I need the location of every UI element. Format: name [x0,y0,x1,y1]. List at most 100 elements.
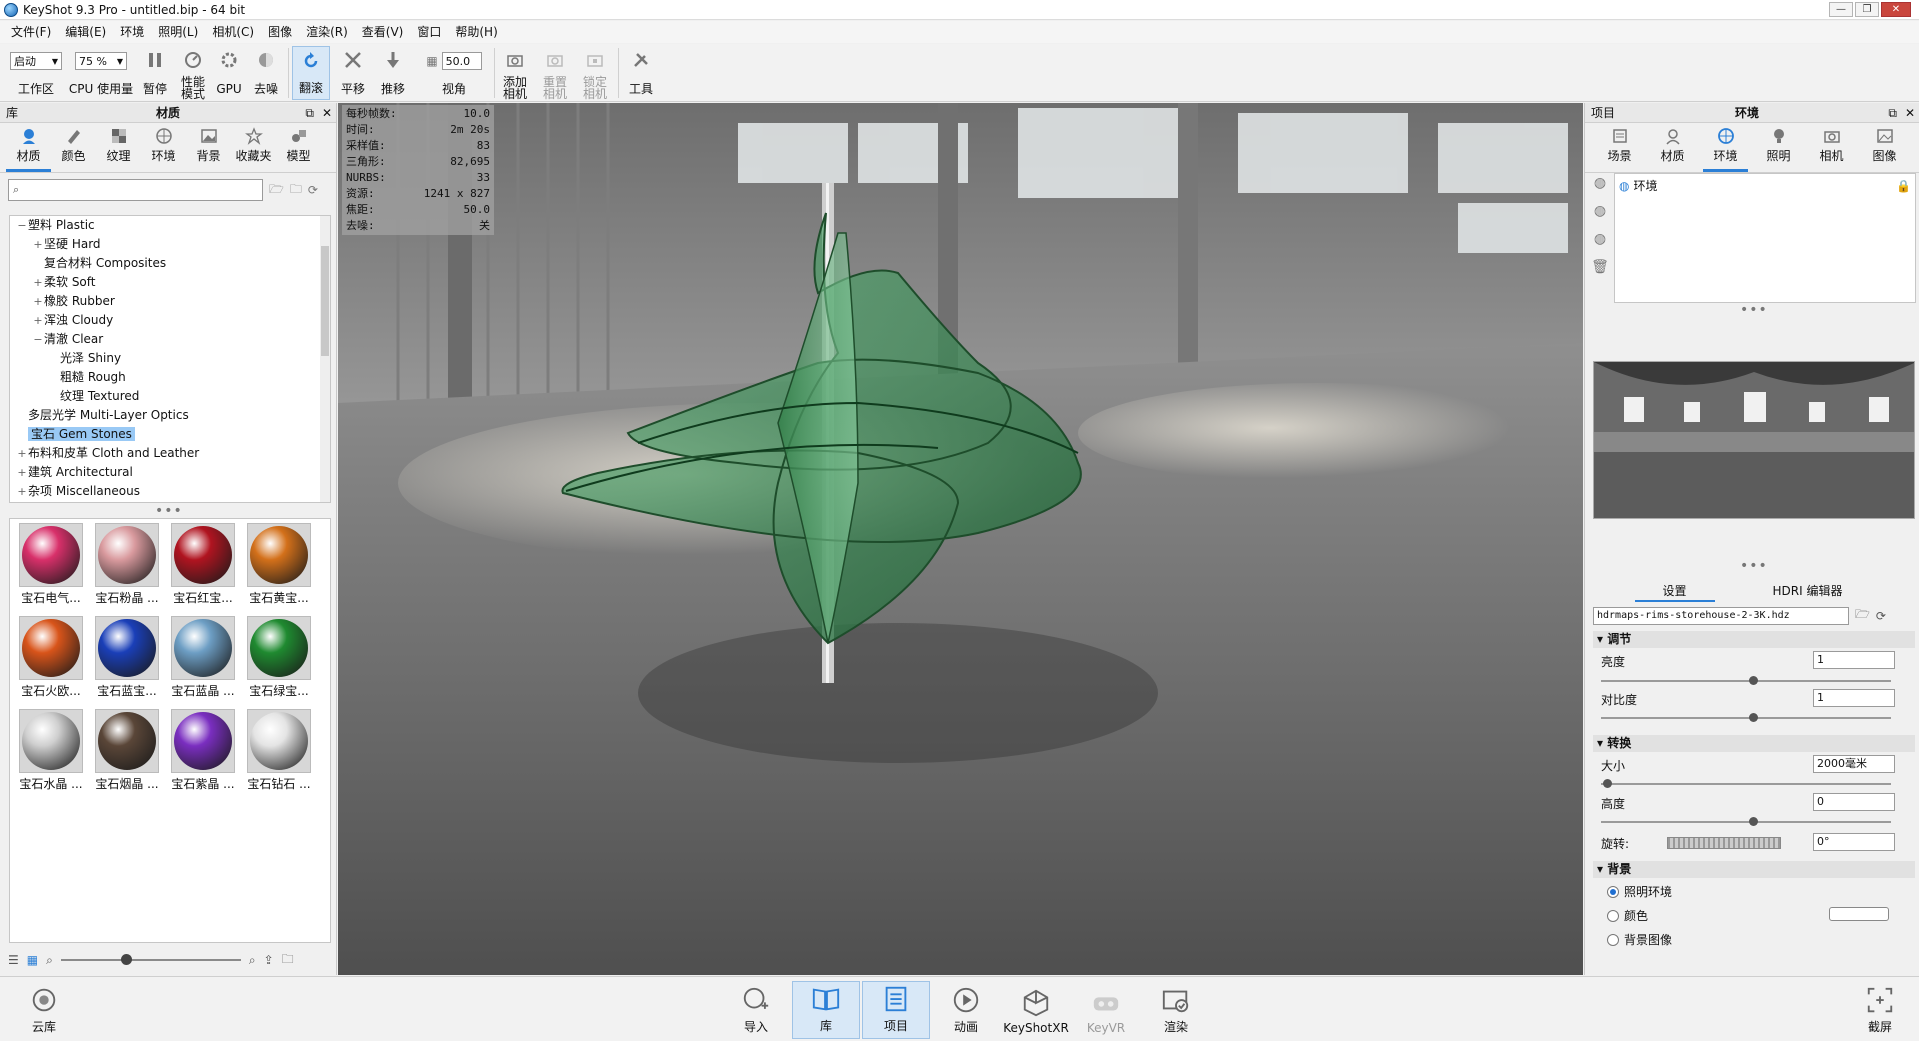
height-input[interactable]: 0 [1813,793,1895,811]
cloud-library-button[interactable]: 云库 [10,981,78,1039]
tree-item[interactable]: +坚硬 Hard [10,235,330,254]
tab-environments[interactable]: 环境 [141,127,186,172]
menu-image[interactable]: 图像 [261,21,299,43]
tab-scene[interactable]: 场景 [1597,127,1642,172]
screenshot-button[interactable]: 截屏 [1846,981,1914,1039]
menu-view[interactable]: 查看(V) [355,21,411,43]
close-panel-icon[interactable]: ✕ [1905,103,1915,123]
material-thumbnail[interactable]: 宝石钻石 ... [241,709,317,792]
menu-edit[interactable]: 编辑(E) [58,21,113,43]
expand-icon[interactable]: + [32,292,44,311]
refresh-icon[interactable]: ⟳ [308,183,318,197]
undock-icon[interactable]: ⧉ [305,103,314,123]
thumbnail-size-slider[interactable] [60,954,241,965]
menu-lighting[interactable]: 照明(L) [151,21,205,43]
keyvr-button[interactable]: KeyVR [1072,981,1140,1039]
library-button[interactable]: 库 [792,981,860,1039]
tree-item[interactable]: +浑浊 Cloudy [10,311,330,330]
tab-project-materials[interactable]: 材质 [1650,127,1695,172]
menu-render[interactable]: 渲染(R) [299,21,355,43]
tree-item[interactable]: +橡胶 Rubber [10,292,330,311]
denoise-button[interactable]: 去噪 [248,46,284,100]
render-button[interactable]: 渲染 [1142,981,1210,1039]
tab-textures[interactable]: 纹理 [96,127,141,172]
environment-list-item[interactable]: ◍ 环境 🔒 [1615,174,1915,197]
tree-item[interactable]: +建筑 Architectural [10,463,330,482]
hdri-file-input[interactable]: hdrmaps-rims-storehouse-2-3K.hdz [1593,606,1849,625]
material-thumbnail[interactable]: 宝石黄宝... [241,523,317,606]
tools-button[interactable]: 工具 [622,46,660,100]
tree-item[interactable]: 粗糙 Rough [10,368,330,387]
tab-project-environment[interactable]: 环境 [1703,127,1748,172]
performance-mode-button[interactable]: 性能 模式 [174,46,212,100]
brightness-slider[interactable] [1601,676,1891,685]
expand-icon[interactable]: + [32,273,44,292]
tab-materials[interactable]: 材质 [6,127,51,172]
grid-view-icon[interactable]: ▦ [27,953,38,967]
maximize-button[interactable]: ❐ [1855,2,1879,17]
bg-color-swatch[interactable] [1829,907,1889,921]
tree-item[interactable]: −塑料 Plastic [10,216,330,235]
rotation-input[interactable]: 0° [1813,833,1895,851]
cpu-usage-select[interactable]: 75 % ▼ [75,52,127,70]
pan-button[interactable]: 平移 [334,46,372,100]
hdri-preview[interactable] [1593,361,1915,519]
height-slider[interactable] [1601,817,1891,826]
tab-backgrounds[interactable]: 背景 [186,127,231,172]
add-environment-icon[interactable]: ◍ [1591,175,1609,193]
keyshotxr-button[interactable]: KeyShotXR [1002,981,1070,1039]
tab-favorites[interactable]: 收藏夹 [231,127,276,172]
animation-button[interactable]: 动画 [932,981,1000,1039]
close-panel-icon[interactable]: ✕ [322,103,332,123]
tree-item[interactable]: 纹理 Textured [10,387,330,406]
reload-icon[interactable]: ⟳ [1876,609,1886,623]
workspace-select[interactable]: 启动 ▼ [10,52,62,70]
tab-project-camera[interactable]: 相机 [1809,127,1854,172]
tab-colors[interactable]: 颜色 [51,127,96,172]
expand-icon[interactable]: + [32,311,44,330]
close-button[interactable]: ✕ [1881,2,1911,17]
bg-image-radio[interactable]: 背景图像 [1607,931,1672,948]
contrast-input[interactable]: 1 [1813,689,1895,707]
pause-button[interactable]: 暂停 [136,46,174,100]
undock-icon[interactable]: ⧉ [1888,103,1897,123]
tab-models[interactable]: 模型 [276,127,321,172]
reset-camera-button[interactable]: 重置 相机 [536,46,574,100]
background-section-header[interactable]: ▾ 背景 [1593,861,1915,878]
material-thumbnail[interactable]: 宝石绿宝... [241,616,317,699]
tab-hdri-editor[interactable]: HDRI 编辑器 [1745,580,1871,602]
collapse-icon[interactable]: − [16,216,28,235]
tab-project-image[interactable]: 图像 [1862,127,1907,172]
bg-color-radio[interactable]: 颜色 [1607,907,1648,924]
tumble-button[interactable]: 翻滚 [292,46,330,100]
material-thumbnail[interactable]: 宝石蓝晶 ... [165,616,241,699]
collapse-icon[interactable]: − [32,330,44,349]
adjust-section-header[interactable]: ▾ 调节 [1593,631,1915,648]
tree-item[interactable]: 光泽 Shiny [10,349,330,368]
transform-section-header[interactable]: ▾ 转换 [1593,735,1915,752]
splitter-handle[interactable]: ••• [155,504,183,518]
tab-project-lighting[interactable]: 照明 [1756,127,1801,172]
contrast-slider[interactable] [1601,713,1891,722]
material-thumbnail[interactable]: 宝石水晶 ... [13,709,89,792]
material-thumbnail[interactable]: 宝石红宝... [165,523,241,606]
project-button[interactable]: 项目 [862,981,930,1039]
tree-item[interactable]: −清澈 Clear [10,330,330,349]
dolly-button[interactable]: 推移 [374,46,412,100]
fov-input[interactable]: 50.0 [441,52,482,70]
material-thumbnail[interactable]: 宝石紫晶 ... [165,709,241,792]
material-thumbnail[interactable]: 宝石粉晶 ... [89,523,165,606]
size-input[interactable]: 2000毫米 [1813,755,1895,773]
upload-icon[interactable]: ⇪ [264,953,274,967]
import-folder-icon[interactable]: 🗁 [269,180,284,201]
menu-environment[interactable]: 环境 [113,21,151,43]
folder-icon[interactable]: 🗀 [282,950,294,971]
material-thumbnail[interactable]: 宝石烟晶 ... [89,709,165,792]
rotation-dial[interactable] [1667,837,1781,849]
menu-help[interactable]: 帮助(H) [448,21,504,43]
tab-settings[interactable]: 设置 [1634,580,1715,602]
splitter-handle[interactable]: ••• [1740,559,1768,573]
tree-item[interactable]: 宝石 Gem Stones [10,425,330,444]
menu-window[interactable]: 窗口 [410,21,448,43]
tree-item[interactable]: 复合材料 Composites [10,254,330,273]
